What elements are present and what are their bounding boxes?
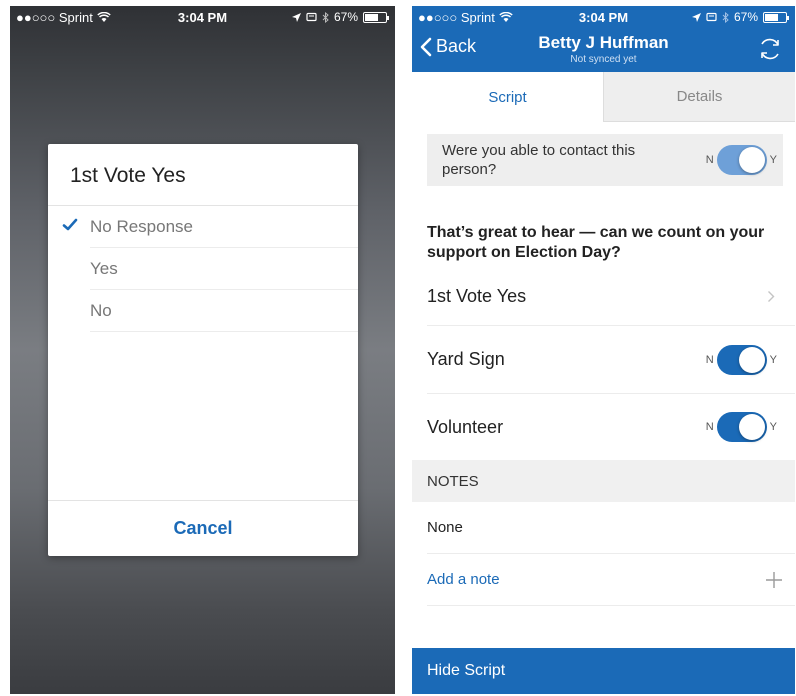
battery-percent: 67% [333, 10, 358, 24]
alarm-icon [306, 12, 317, 22]
contact-switch[interactable] [716, 145, 767, 175]
right-phone-screen: ●●○○○ Sprint 3:04 PM 67% Back Betty J Hu… [412, 6, 795, 694]
cancel-button[interactable]: Cancel [48, 500, 358, 556]
status-bar: ●●○○○ Sprint 3:04 PM 67% [10, 6, 395, 28]
page-title: Betty J Huffman [538, 33, 669, 52]
checkmark-icon [62, 218, 78, 231]
volunteer-label: Volunteer [427, 416, 504, 437]
bluetooth-icon [322, 11, 329, 23]
carrier-label: ●●○○○ Sprint [418, 9, 495, 25]
hide-script-button[interactable]: Hide Script [412, 648, 795, 694]
option-yes[interactable]: Yes [90, 248, 358, 290]
yard-sign-row: Yard Sign N Y [427, 326, 795, 394]
volunteer-row: Volunteer N Y [427, 394, 795, 460]
battery-fill [365, 13, 379, 21]
switch-knob [738, 347, 765, 373]
tab-bar: Script Details [412, 72, 795, 122]
picker-dialog: 1st Vote Yes No Response Yes No Cancel [48, 144, 358, 556]
note-text: None [427, 519, 463, 536]
battery-icon [763, 11, 789, 23]
vote-row[interactable]: 1st Vote Yes [427, 268, 795, 326]
location-arrow-icon [291, 12, 301, 22]
option-label: No [90, 300, 112, 320]
sync-icon[interactable] [757, 36, 783, 62]
battery-percent: 67% [733, 10, 758, 24]
add-note-row[interactable]: Add a note [427, 554, 795, 606]
status-bar: ●●○○○ Sprint 3:04 PM 67% [412, 6, 795, 28]
toggle-on-label: Y [769, 354, 777, 366]
option-label: Yes [90, 258, 118, 278]
vote-row-label: 1st Vote Yes [427, 286, 527, 306]
status-time: 3:04 PM [177, 9, 228, 25]
contact-question: Were you able to contact this person? [442, 142, 636, 178]
sync-status: Not synced yet [570, 54, 637, 65]
note-item: None [427, 502, 795, 554]
carrier-indicator: ●●○○○ Sprint [418, 10, 513, 25]
status-time: 3:04 PM [578, 9, 629, 25]
battery-fill [765, 13, 779, 21]
status-right: 67% [291, 10, 389, 24]
alarm-icon [706, 12, 717, 22]
toggle-off-label: N [705, 154, 714, 166]
toggle-off-label: N [705, 421, 714, 433]
notes-section-header: NOTES [412, 460, 795, 502]
contact-question-box: Were you able to contact this person? N … [427, 134, 783, 186]
chevron-right-icon [768, 291, 775, 302]
wifi-icon [97, 11, 111, 22]
plus-icon[interactable] [765, 571, 783, 589]
volunteer-toggle[interactable]: N Y [706, 412, 777, 442]
option-no[interactable]: No [90, 290, 358, 332]
tab-script[interactable]: Script [412, 72, 603, 122]
add-note-link[interactable]: Add a note [427, 571, 500, 588]
carrier-label: ●●○○○ Sprint [16, 9, 93, 25]
dialog-title: 1st Vote Yes [48, 144, 358, 206]
script-prompt: That’s great to hear — can we count on y… [427, 224, 765, 261]
status-right: 67% [691, 10, 789, 24]
toggle-on-label: Y [769, 154, 777, 166]
yard-sign-label: Yard Sign [427, 349, 505, 369]
switch-knob [738, 147, 765, 173]
wifi-icon [499, 11, 513, 22]
battery-icon [363, 11, 389, 23]
contact-toggle[interactable]: N Y [706, 145, 777, 175]
tab-details[interactable]: Details [603, 72, 795, 122]
carrier-indicator: ●●○○○ Sprint [16, 10, 111, 25]
toggle-on-label: Y [769, 421, 777, 433]
bluetooth-icon [722, 11, 729, 23]
switch-knob [738, 414, 765, 440]
nav-header: ●●○○○ Sprint 3:04 PM 67% Back Betty J Hu… [412, 6, 795, 72]
option-no-response[interactable]: No Response [62, 206, 358, 248]
left-phone-screen: ●●○○○ Sprint 3:04 PM 67% 1st Vote Yes No… [10, 6, 395, 694]
toggle-off-label: N [705, 354, 714, 366]
location-arrow-icon [691, 12, 701, 22]
yard-sign-switch[interactable] [716, 345, 767, 375]
option-label: No Response [90, 216, 194, 236]
volunteer-switch[interactable] [716, 412, 767, 442]
yard-sign-toggle[interactable]: N Y [706, 345, 777, 375]
